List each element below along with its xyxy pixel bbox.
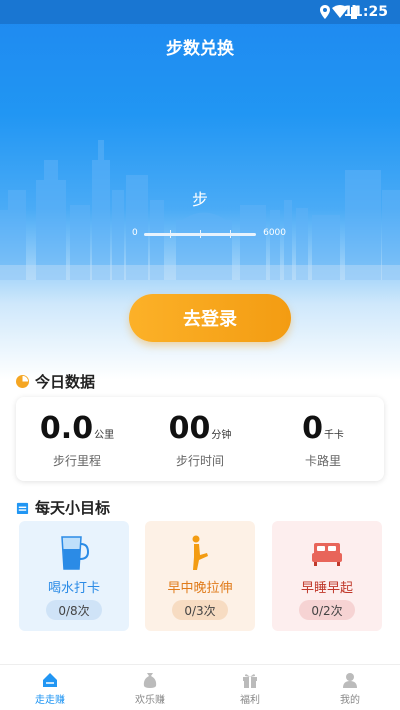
steps-label: 步 [191, 190, 208, 209]
water-glass-icon [61, 536, 89, 570]
status-bar: 11:25 [0, 0, 400, 24]
daily-goals-header: 每天小目标 [16, 497, 110, 518]
steps-range-bar: 0 6000 [130, 228, 290, 242]
daily-goals-title: 每天小目标 [35, 499, 111, 517]
tab-welfare[interactable]: 福利 [200, 671, 300, 706]
goal-progress-badge: 0/8次 [46, 600, 102, 620]
bottom-tab-bar: 走走赚 欢乐赚 福利 我的 [0, 664, 400, 710]
tab-fun-earn[interactable]: 欢乐赚 [100, 671, 200, 706]
tab-profile[interactable]: 我的 [300, 671, 400, 706]
money-bag-icon [143, 673, 157, 688]
stretch-icon [192, 535, 208, 570]
stat-label: 卡路里 [304, 454, 341, 468]
stat-value: 0 [302, 411, 323, 446]
today-data-card: 0.0公里 步行里程 00分钟 步行时间 0千卡 卡路里 [16, 397, 384, 481]
status-time: 11:25 [343, 4, 388, 20]
stat-unit: 公里 [94, 430, 115, 441]
goal-name: 早睡早起 [300, 581, 353, 596]
stat-time: 00分钟 步行时间 [139, 411, 261, 469]
tab-label: 走走赚 [35, 695, 65, 706]
range-min-label: 0 [132, 228, 138, 238]
goal-card-sleep[interactable]: 早睡早起 0/2次 [272, 521, 382, 631]
clock-pie-icon [16, 375, 29, 388]
calendar-icon [16, 502, 29, 514]
goal-card-water[interactable]: 喝水打卡 0/8次 [19, 521, 129, 631]
stat-label: 步行时间 [175, 454, 224, 468]
stat-calories: 0千卡 卡路里 [262, 411, 384, 469]
range-tick [230, 230, 231, 238]
range-tick [170, 230, 171, 238]
tab-walk-earn[interactable]: 走走赚 [0, 671, 100, 706]
stat-unit: 千卡 [323, 430, 344, 441]
today-data-title: 今日数据 [35, 373, 96, 391]
goal-progress-badge: 0/2次 [299, 600, 355, 620]
goal-name: 早中晚拉伸 [167, 581, 233, 596]
location-icon [320, 5, 330, 19]
stat-distance: 0.0公里 步行里程 [16, 411, 138, 469]
tab-label: 欢乐赚 [135, 695, 165, 706]
bed-icon [312, 543, 342, 566]
tab-label: 我的 [340, 695, 360, 706]
today-data-header: 今日数据 [16, 371, 95, 392]
tab-label: 福利 [240, 695, 260, 706]
stat-value: 0.0 [39, 411, 94, 446]
login-button[interactable]: 去登录 [129, 294, 291, 342]
range-max-label: 6000 [263, 228, 286, 238]
app-screen: 11:25 步数兑换 步 0 6000 去登录 今日数据 0.0公里 步行里程 … [0, 0, 400, 710]
page-title: 步数兑换 [166, 39, 234, 59]
home-shoe-icon [43, 673, 57, 687]
range-tick [200, 230, 201, 238]
goal-card-stretch[interactable]: 早中晚拉伸 0/3次 [145, 521, 255, 631]
goal-name: 喝水打卡 [47, 581, 100, 596]
goal-progress-badge: 0/3次 [172, 600, 228, 620]
stat-label: 步行里程 [52, 454, 101, 468]
user-icon [343, 673, 357, 688]
gift-icon [243, 674, 257, 688]
stat-value: 00 [168, 411, 211, 446]
stat-unit: 分钟 [211, 430, 232, 441]
